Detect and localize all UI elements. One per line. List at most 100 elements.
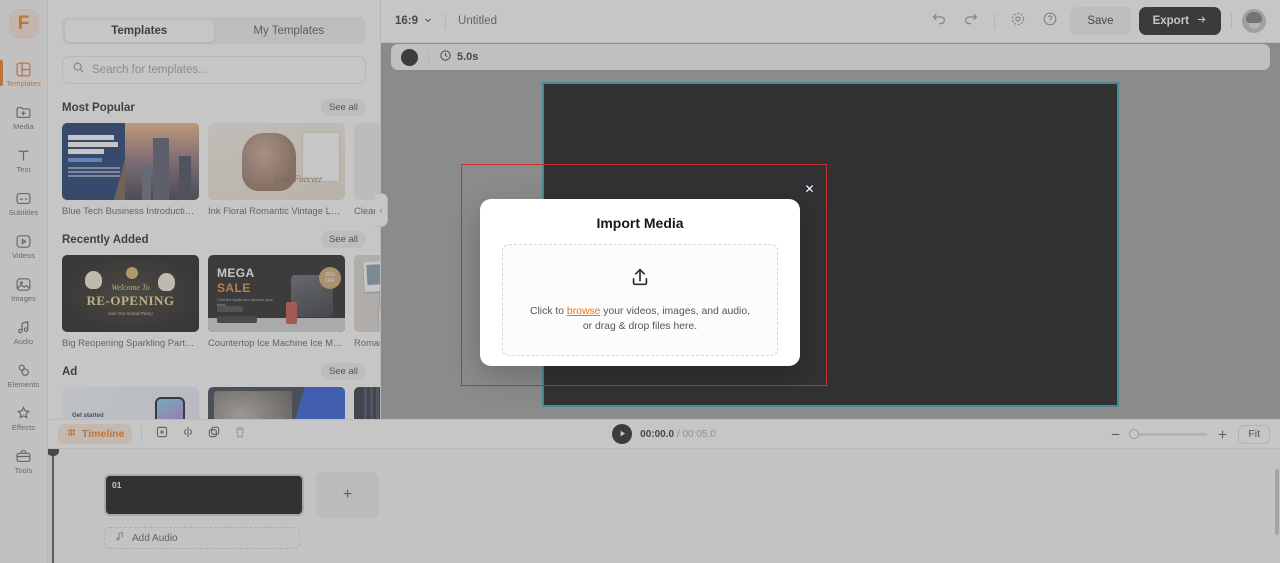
add-icon (155, 425, 169, 444)
templates-icon (15, 61, 32, 78)
current-time: 00:00.0 (640, 428, 675, 440)
snapshot-button[interactable] (1006, 9, 1030, 33)
avatar[interactable] (1242, 9, 1266, 33)
add-audio-label: Add Audio (132, 532, 178, 544)
snapshot-icon (1010, 11, 1026, 32)
delete-icon (233, 425, 247, 444)
background-color-swatch[interactable] (401, 48, 418, 66)
tab-templates[interactable]: Templates (64, 19, 214, 42)
sidebar-item-videos[interactable]: Videos (0, 225, 47, 268)
upload-arrow-icon (629, 266, 651, 304)
duration-value: 5.0s (457, 51, 479, 63)
add-clip-button[interactable]: + (316, 472, 379, 518)
undo-button[interactable] (927, 9, 951, 33)
play-button[interactable] (612, 424, 633, 444)
timeline-scrollbar[interactable] (1274, 469, 1279, 535)
zoom-slider-knob[interactable] (1129, 429, 1140, 439)
template-card[interactable]: Roman... (354, 255, 380, 348)
subtitles-icon (15, 190, 32, 207)
sidebar-item-subtitles[interactable]: Subtitles (0, 182, 47, 225)
search-icon (72, 61, 85, 79)
section-most-popular: Most Popular See all Blue Tech Business … (48, 99, 380, 216)
sidebar-label: Templates (6, 79, 41, 89)
close-modal-button[interactable]: ✕ (799, 178, 820, 199)
panel-tabs: Templates My Templates (62, 17, 366, 44)
split-button[interactable] (177, 423, 199, 445)
zoom-out-button[interactable] (1109, 428, 1122, 441)
divider (428, 50, 429, 64)
export-button[interactable]: Export (1138, 7, 1221, 35)
template-name: Ink Floral Romantic Vintage Love... (208, 205, 345, 216)
see-all-button[interactable]: See all (320, 231, 366, 248)
template-name: Big Reopening Sparkling Party In... (62, 337, 199, 348)
modal-title: Import Media (596, 215, 684, 231)
effects-icon (15, 405, 32, 422)
tab-my-templates[interactable]: My Templates (214, 20, 364, 42)
template-card[interactable]: Get startedwith new functions Discover a… (62, 387, 199, 420)
sidebar-item-templates[interactable]: Templates (0, 53, 47, 96)
playhead[interactable] (48, 445, 58, 563)
sidebar-item-text[interactable]: Text (0, 139, 47, 182)
delete-button[interactable] (229, 423, 251, 445)
zoom-slider[interactable] (1129, 429, 1208, 439)
export-label: Export (1152, 15, 1189, 27)
chevron-left-icon: ‹ (379, 205, 383, 215)
template-card[interactable] (354, 387, 380, 420)
template-card[interactable]: Welcome To RE-OPENING Join Our Grand Part… (62, 255, 199, 348)
sidebar-item-effects[interactable]: Effects (0, 397, 47, 440)
card-list: Get startedwith new functions Discover a… (62, 387, 380, 420)
duplicate-button[interactable] (203, 423, 225, 445)
help-button[interactable] (1038, 9, 1062, 33)
project-title[interactable]: Untitled (458, 15, 497, 27)
redo-button[interactable] (959, 9, 983, 33)
clip-properties-strip: 5.0s (391, 44, 1270, 70)
template-name: Countertop Ice Machine Ice Mak... (208, 337, 345, 348)
section-header: Recently Added See all (62, 231, 380, 248)
see-all-button[interactable]: See all (320, 363, 366, 380)
sidebar-item-media[interactable]: Media (0, 96, 47, 139)
see-all-button[interactable]: See all (320, 99, 366, 116)
top-toolbar: 16:9 Untitled Save Export (381, 0, 1280, 43)
template-name: Roman... (354, 337, 380, 348)
aspect-ratio-selector[interactable]: 16:9 (395, 15, 433, 28)
template-card[interactable]: Blue Tech Business Introduction ... (62, 123, 199, 216)
timeline-mode-button[interactable]: Timeline (58, 424, 133, 444)
dropzone-text-line2: or drag & drop files here. (582, 321, 698, 332)
template-thumbnail: Welcome To RE-OPENING Join Our Grand Part… (62, 255, 199, 332)
zoom-controls: Fit (1109, 424, 1270, 444)
template-card[interactable]: Love Forever Ink Floral Romantic Vintage… (208, 123, 345, 216)
template-thumbnail: Get startedwith new functions Discover a… (62, 387, 199, 420)
timeline-clip[interactable]: 01 (104, 474, 304, 516)
template-card[interactable]: MEGA SALE Chill the liquid and quench you… (208, 255, 345, 348)
divider (1231, 13, 1232, 29)
template-thumbnail (354, 255, 380, 332)
sidebar-item-elements[interactable]: Elements (0, 354, 47, 397)
template-thumbnail: Love Forever (208, 123, 345, 200)
section-ad: Ad See all Get startedwith new functions… (48, 363, 380, 420)
app-logo[interactable]: F (8, 9, 39, 39)
time-separator: / (676, 428, 680, 440)
sidebar-item-audio[interactable]: Audio (0, 311, 47, 354)
timeline-icon (66, 427, 77, 441)
sidebar-item-images[interactable]: Images (0, 268, 47, 311)
duration-control[interactable]: 5.0s (439, 49, 478, 65)
timeline-area[interactable]: 01 + Add Audio (48, 445, 1280, 563)
sidebar-item-tools[interactable]: Tools (0, 440, 47, 483)
aspect-ratio-value: 16:9 (395, 15, 419, 27)
panel-collapse-handle[interactable]: ‹ (375, 193, 388, 227)
browse-link[interactable]: browse (567, 306, 601, 317)
template-card[interactable]: A SLIDE PRESENTATIONABOUT THE COMPANY (208, 387, 345, 420)
search-bar[interactable] (62, 56, 366, 84)
zoom-in-button[interactable] (1216, 428, 1229, 441)
file-dropzone[interactable]: Click to browse your videos, images, and… (502, 244, 778, 356)
add-media-button[interactable] (151, 423, 173, 445)
save-button[interactable]: Save (1070, 7, 1131, 35)
add-audio-track[interactable]: Add Audio (104, 527, 300, 549)
fit-button[interactable]: Fit (1238, 424, 1270, 444)
card-list: Blue Tech Business Introduction ... Love… (62, 123, 380, 216)
sidebar-label: Subtitles (8, 208, 39, 218)
search-input[interactable] (92, 64, 356, 76)
section-title: Recently Added (62, 233, 149, 246)
timeline-tools (151, 423, 251, 445)
undo-icon (931, 11, 947, 32)
